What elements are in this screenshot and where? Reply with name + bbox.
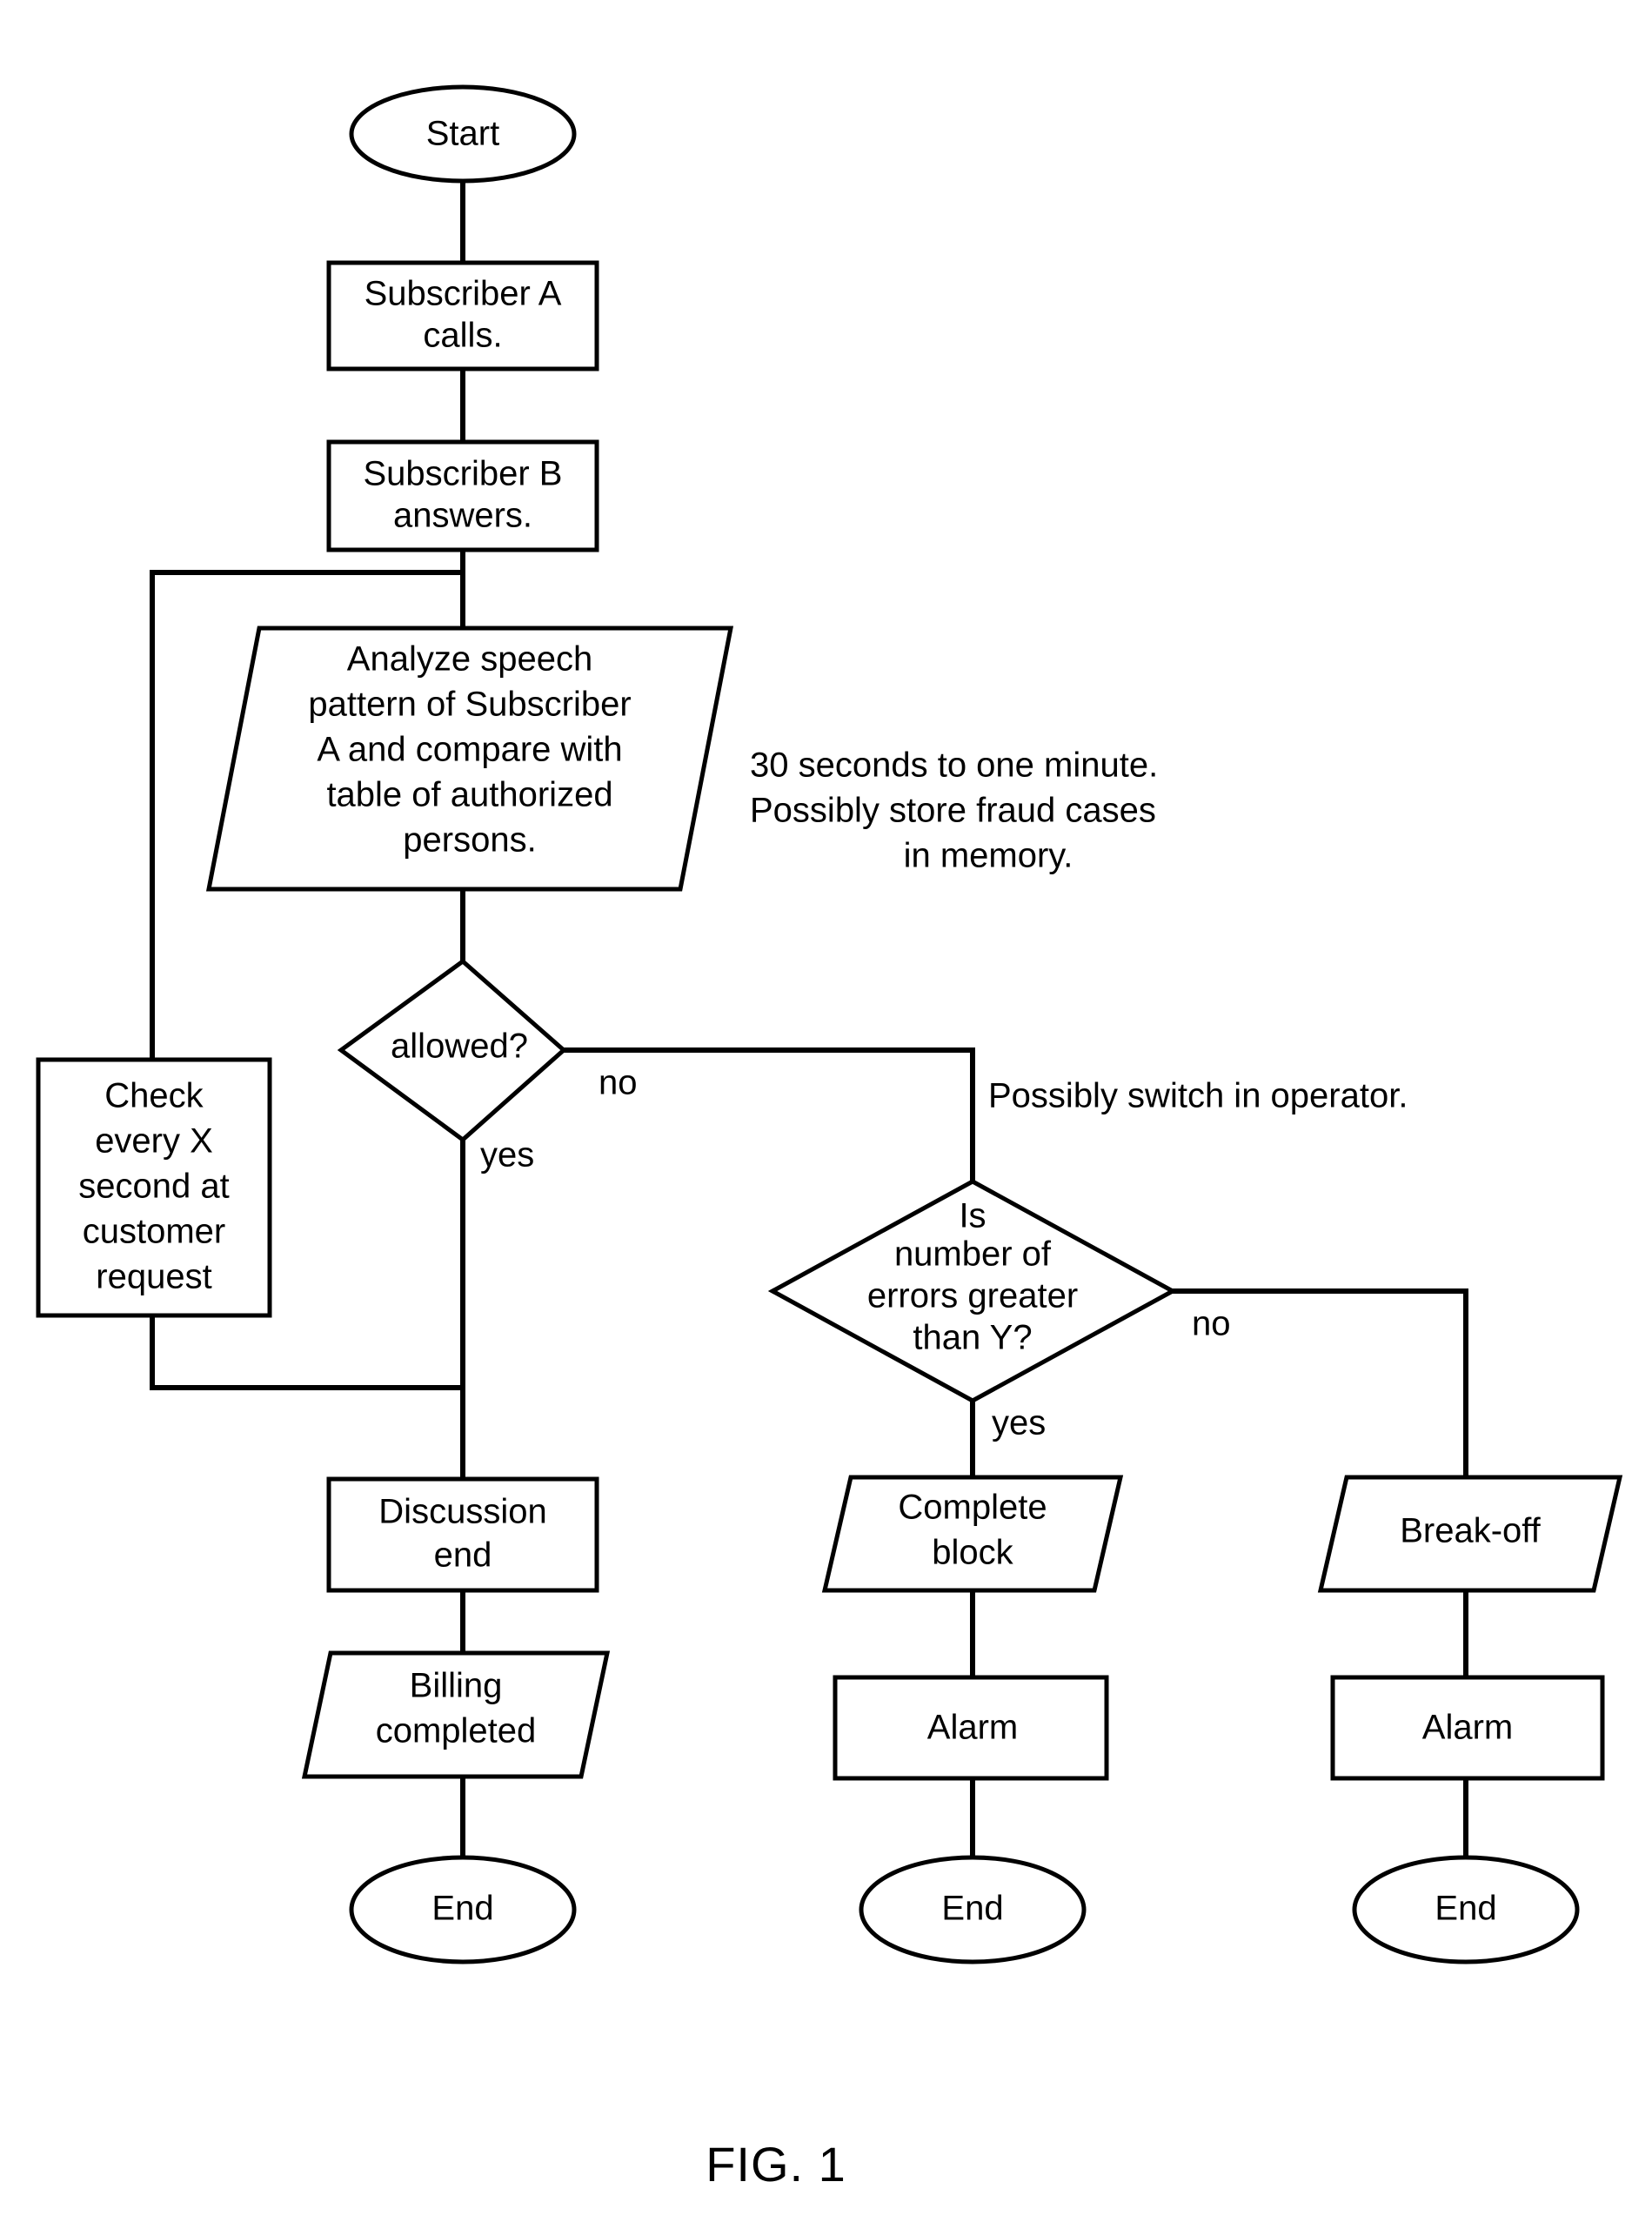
node-subscriber-b-answers[interactable]: Subscriber B answers. xyxy=(326,439,599,552)
discussion-end-line2: end xyxy=(434,1536,492,1575)
errors-line2: number of xyxy=(894,1235,1052,1274)
analyze-speech-line3: A and compare with xyxy=(317,731,622,769)
alarm-center-label: Alarm xyxy=(927,1709,1018,1747)
node-analyze-speech[interactable]: Analyze speech pattern of Subscriber A a… xyxy=(205,626,734,892)
analyze-speech-line4: table of authorized xyxy=(326,776,612,814)
billing-completed-line2: completed xyxy=(376,1712,537,1750)
analyze-speech-line2: pattern of Subscriber xyxy=(308,686,631,724)
figure-caption: FIG. 1 xyxy=(706,2137,846,2192)
analyze-speech-line5: persons. xyxy=(403,821,536,860)
edge-label-allowed-yes: yes xyxy=(480,1136,534,1175)
subscriber-a-label-line1: Subscriber A xyxy=(365,275,562,313)
end-right-label: End xyxy=(1435,1890,1496,1928)
annotation-timing: 30 seconds to one minute. Possibly store… xyxy=(750,746,1158,875)
node-subscriber-a-calls[interactable]: Subscriber A calls. xyxy=(326,260,599,371)
annotation-operator-line1: Possibly switch in operator. xyxy=(988,1077,1408,1115)
annotation-timing-line2: Possibly store fraud cases xyxy=(750,792,1156,830)
analyze-speech-line1: Analyze speech xyxy=(347,640,592,679)
alarm-right-label: Alarm xyxy=(1422,1709,1513,1747)
node-start[interactable]: Start xyxy=(349,84,577,184)
end-left-label: End xyxy=(431,1890,493,1928)
allowed-label: allowed? xyxy=(391,1027,528,1066)
end-center-label: End xyxy=(941,1890,1003,1928)
node-errors-decision[interactable]: Is number of errors greater than Y? xyxy=(767,1179,1178,1403)
check-every-x-line2: every X xyxy=(95,1122,213,1161)
edge-label-errors-no: no xyxy=(1192,1305,1231,1343)
node-break-off[interactable]: Break-off xyxy=(1317,1475,1623,1593)
complete-block-line1: Complete xyxy=(898,1489,1047,1527)
start-label: Start xyxy=(426,115,499,153)
node-check-every-x[interactable]: Check every X second at customer request xyxy=(36,1057,272,1318)
node-discussion-end[interactable]: Discussion end xyxy=(326,1476,599,1593)
node-end-left[interactable]: End xyxy=(349,1855,577,1964)
node-allowed-decision[interactable]: allowed? xyxy=(337,958,567,1143)
flowchart-diagram: Start Subscriber A calls. Subscriber B a… xyxy=(36,84,1623,2192)
node-alarm-center[interactable]: Alarm xyxy=(833,1675,1109,1781)
billing-completed-line1: Billing xyxy=(410,1667,503,1705)
node-alarm-right[interactable]: Alarm xyxy=(1330,1675,1605,1781)
check-every-x-line1: Check xyxy=(104,1077,204,1115)
annotation-timing-line3: in memory. xyxy=(904,837,1073,875)
subscriber-b-label-line1: Subscriber B xyxy=(364,455,563,493)
check-every-x-line4: customer xyxy=(83,1213,226,1251)
edge-label-allowed-no: no xyxy=(599,1064,638,1102)
edge-label-errors-yes: yes xyxy=(992,1404,1046,1442)
node-end-right[interactable]: End xyxy=(1352,1855,1580,1964)
connector-errors-no-to-break-off xyxy=(1122,1288,1468,1477)
complete-block-line2: block xyxy=(932,1534,1013,1572)
errors-line1: Is xyxy=(959,1197,986,1235)
node-billing-completed[interactable]: Billing completed xyxy=(301,1650,611,1779)
subscriber-a-label-line2: calls. xyxy=(423,317,502,355)
annotation-timing-line1: 30 seconds to one minute. xyxy=(750,746,1158,785)
break-off-label: Break-off xyxy=(1400,1512,1541,1550)
node-end-center[interactable]: End xyxy=(859,1855,1087,1964)
check-every-x-line5: request xyxy=(96,1258,211,1296)
annotation-operator: Possibly switch in operator. xyxy=(988,1077,1408,1115)
errors-line4: than Y? xyxy=(913,1319,1032,1357)
subscriber-b-label-line2: answers. xyxy=(393,497,532,535)
errors-line3: errors greater xyxy=(867,1277,1078,1315)
check-every-x-line3: second at xyxy=(78,1168,229,1206)
discussion-end-line1: Discussion xyxy=(378,1493,546,1531)
node-complete-block[interactable]: Complete block xyxy=(821,1475,1124,1593)
